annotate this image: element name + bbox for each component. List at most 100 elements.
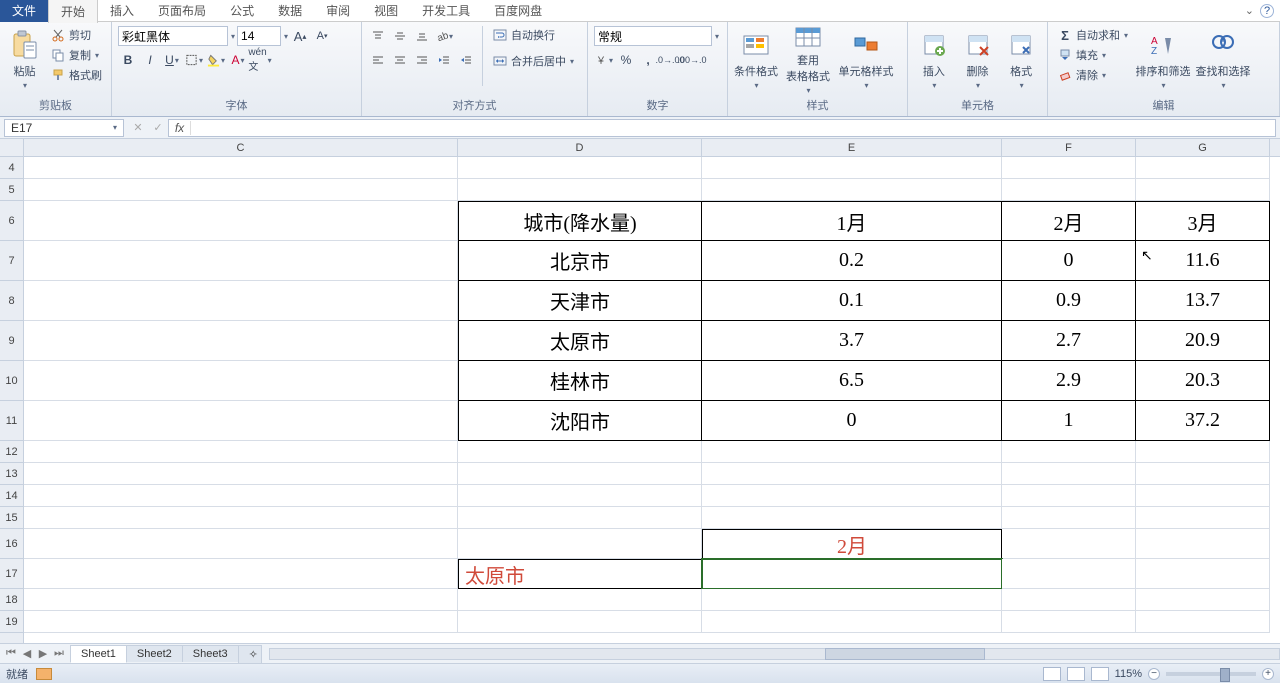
cell[interactable] [1002, 485, 1136, 507]
cell[interactable] [458, 529, 702, 559]
font-color-button[interactable]: A▾ [228, 50, 248, 70]
cell[interactable]: 0 [1002, 241, 1136, 281]
phonetic-button[interactable]: wén文▾ [250, 50, 270, 70]
cell[interactable]: 2.9 [1002, 361, 1136, 401]
cell[interactable] [458, 611, 702, 633]
delete-cells-button[interactable]: 删除▾ [958, 26, 998, 92]
cell[interactable] [458, 589, 702, 611]
cell[interactable]: 0.1 [702, 281, 1002, 321]
view-page-break-button[interactable] [1091, 667, 1109, 681]
cell[interactable] [1002, 463, 1136, 485]
cell[interactable] [24, 321, 458, 361]
cell[interactable] [24, 179, 458, 201]
sheet-nav-first[interactable]: ⏮ [4, 647, 18, 660]
cell[interactable] [24, 507, 458, 529]
cell[interactable] [702, 441, 1002, 463]
new-sheet-button[interactable]: ✧ [238, 645, 262, 663]
cell[interactable] [1136, 507, 1270, 529]
bold-button[interactable]: B [118, 50, 138, 70]
help-icon[interactable]: ? [1260, 4, 1274, 18]
format-as-table-button[interactable]: 套用 表格格式▾ [782, 26, 834, 92]
row-header-11[interactable]: 11 [0, 401, 23, 441]
cell[interactable] [458, 463, 702, 485]
cell[interactable] [24, 529, 458, 559]
cell[interactable] [24, 611, 458, 633]
tab-data[interactable]: 数据 [266, 0, 314, 22]
tab-page-layout[interactable]: 页面布局 [146, 0, 218, 22]
cell[interactable] [24, 241, 458, 281]
cell[interactable] [24, 463, 458, 485]
italic-button[interactable]: I [140, 50, 160, 70]
cell[interactable] [24, 485, 458, 507]
cell[interactable] [1002, 559, 1136, 589]
cell[interactable] [1136, 485, 1270, 507]
number-format-select[interactable] [594, 26, 712, 46]
cell[interactable]: 3.7 [702, 321, 1002, 361]
cell[interactable] [458, 441, 702, 463]
confirm-formula-button[interactable]: ✓ [150, 120, 166, 136]
formula-input[interactable] [191, 121, 1275, 135]
zoom-level[interactable]: 115% [1115, 668, 1142, 680]
cell[interactable] [1136, 463, 1270, 485]
horizontal-scrollbar[interactable] [269, 646, 1280, 662]
percent-button[interactable]: % [616, 50, 636, 70]
decrease-font-button[interactable]: A▾ [312, 26, 332, 46]
orientation-button[interactable]: ab▾ [434, 26, 454, 46]
cell[interactable] [702, 485, 1002, 507]
cell[interactable] [1136, 179, 1270, 201]
decrease-decimal-button[interactable]: .00→.0 [682, 50, 702, 70]
cell[interactable]: 天津市 [458, 281, 702, 321]
zoom-in-button[interactable]: + [1262, 668, 1274, 680]
align-left-button[interactable] [368, 50, 388, 70]
align-bottom-button[interactable] [412, 26, 432, 46]
cell[interactable] [1136, 611, 1270, 633]
cell[interactable] [458, 485, 702, 507]
underline-button[interactable]: U▾ [162, 50, 182, 70]
cell[interactable] [702, 559, 1002, 589]
cell[interactable] [702, 589, 1002, 611]
tab-developer[interactable]: 开发工具 [410, 0, 482, 22]
zoom-out-button[interactable]: − [1148, 668, 1160, 680]
cell[interactable] [1136, 157, 1270, 179]
tab-view[interactable]: 视图 [362, 0, 410, 22]
increase-font-button[interactable]: A▴ [290, 26, 310, 46]
spreadsheet-grid[interactable]: CDEFG 45678910111213141516171819 城市(降水量)… [0, 139, 1280, 643]
cut-button[interactable]: 剪切 [47, 26, 105, 44]
cell[interactable] [24, 361, 458, 401]
cell[interactable] [1002, 611, 1136, 633]
cell[interactable] [1136, 589, 1270, 611]
row-header-16[interactable]: 16 [0, 529, 23, 559]
minimize-ribbon-icon[interactable]: ⌄ [1245, 4, 1254, 17]
row-header-18[interactable]: 18 [0, 589, 23, 611]
cell[interactable]: 2月 [1002, 201, 1136, 241]
sheet-nav-prev[interactable]: ◀ [20, 647, 34, 660]
cell[interactable] [702, 611, 1002, 633]
cell[interactable] [1136, 559, 1270, 589]
col-header-D[interactable]: D [458, 139, 702, 156]
row-header-7[interactable]: 7 [0, 241, 23, 281]
align-right-button[interactable] [412, 50, 432, 70]
cell[interactable] [702, 179, 1002, 201]
column-headers[interactable]: CDEFG [24, 139, 1280, 157]
cell[interactable]: 2.7 [1002, 321, 1136, 361]
col-header-C[interactable]: C [24, 139, 458, 156]
font-name-select[interactable] [118, 26, 228, 46]
row-header-6[interactable]: 6 [0, 201, 23, 241]
cell[interactable]: 20.3 [1136, 361, 1270, 401]
cell[interactable]: 北京市 [458, 241, 702, 281]
cell[interactable]: 6.5 [702, 361, 1002, 401]
font-size-select[interactable] [237, 26, 281, 46]
cell[interactable]: 0.2 [702, 241, 1002, 281]
cell[interactable]: 1月 [702, 201, 1002, 241]
decrease-indent-button[interactable] [434, 50, 454, 70]
align-top-button[interactable] [368, 26, 388, 46]
format-cells-button[interactable]: 格式▾ [1001, 26, 1041, 92]
copy-button[interactable]: 复制▾ [47, 46, 105, 64]
cell-styles-button[interactable]: 单元格样式▾ [838, 26, 894, 92]
cell[interactable] [24, 281, 458, 321]
cell[interactable]: 1 [1002, 401, 1136, 441]
file-tab[interactable]: 文件 [0, 0, 48, 22]
cell[interactable]: 城市(降水量) [458, 201, 702, 241]
row-header-5[interactable]: 5 [0, 179, 23, 201]
align-middle-button[interactable] [390, 26, 410, 46]
